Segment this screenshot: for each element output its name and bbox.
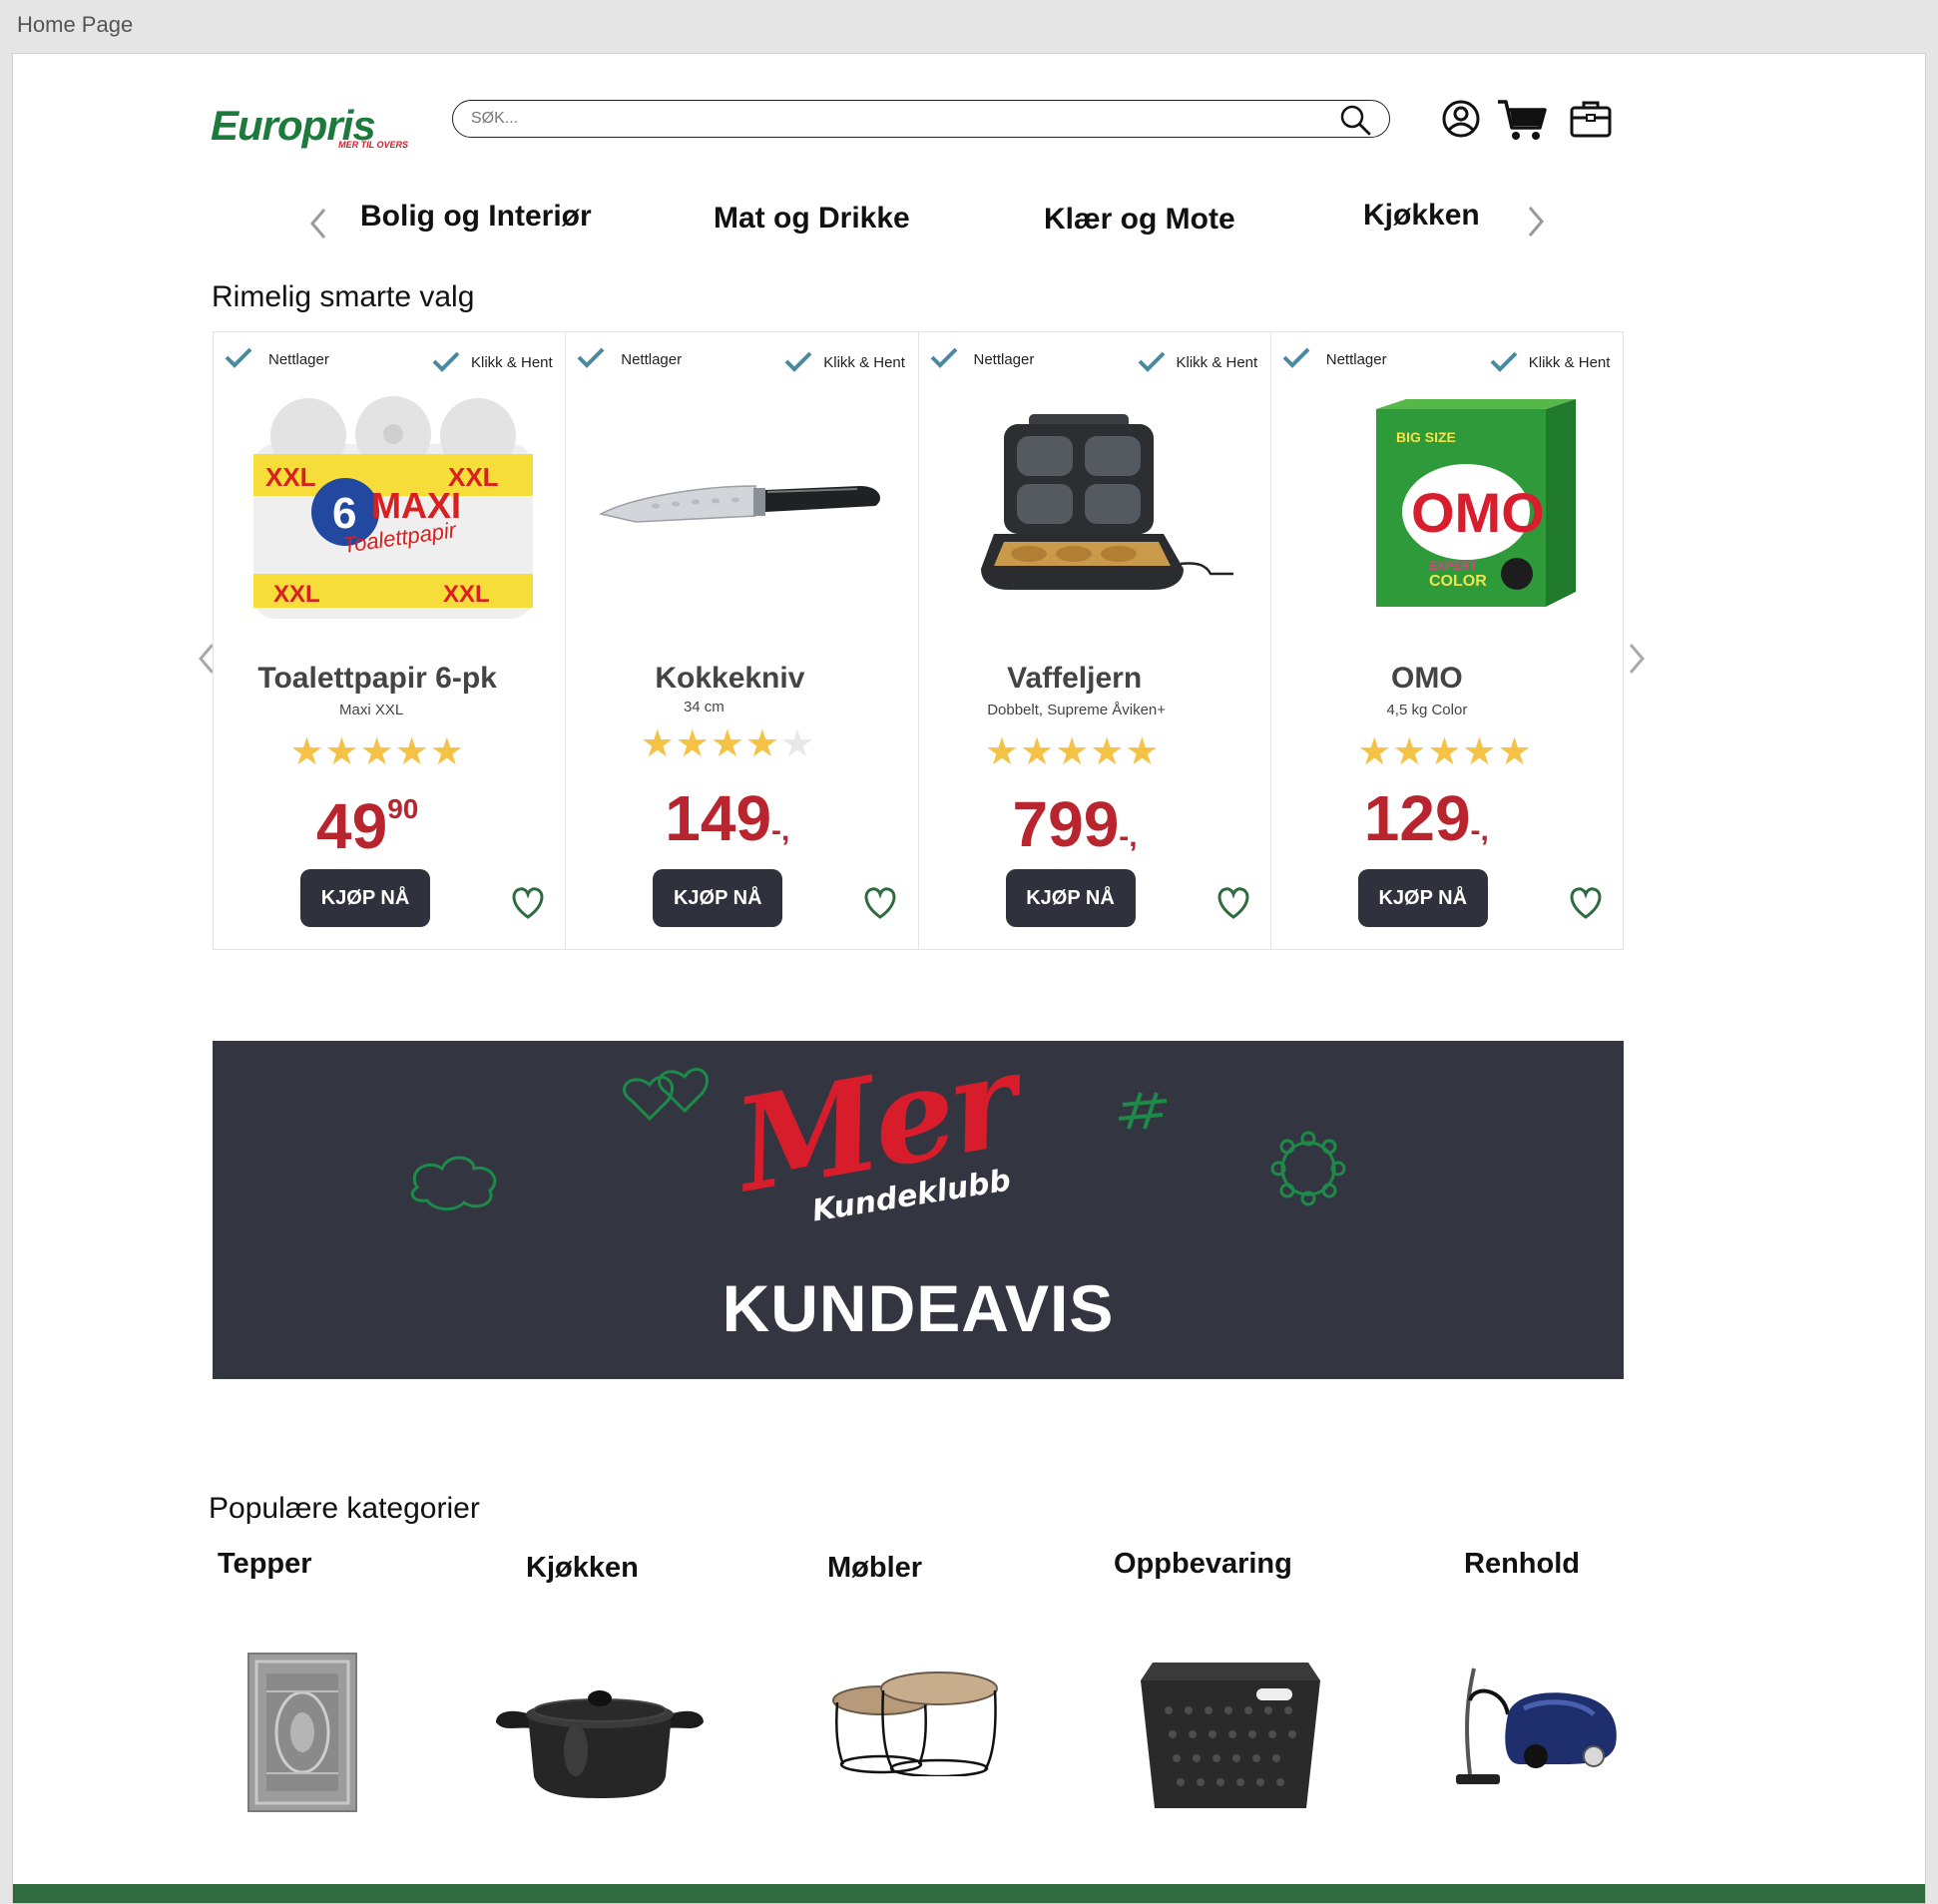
badge-klikk-hent: Klikk & Hent [1176,354,1258,371]
product-subtitle: Maxi XXL [339,702,404,718]
product-name[interactable]: OMO [1251,662,1603,696]
category-label-oppbevaring[interactable]: Oppbevaring [1114,1548,1292,1581]
nav-item-bolig[interactable]: Bolig og Interiør [360,200,592,234]
kundeavis-banner[interactable]: Mer Kundeklubb KUNDEAVIS [213,1041,1624,1379]
user-icon[interactable] [1438,96,1484,142]
rating-stars: ★★★★★ [289,731,465,773]
basket-image[interactable] [1139,1661,1322,1812]
buy-button[interactable]: KJØP NÅ [300,869,430,927]
svg-text:XXL: XXL [273,581,320,608]
price-main: 799 [1012,788,1120,860]
nav-prev-icon[interactable] [304,204,334,243]
price-suffix: -, [1119,820,1138,853]
price: 4990 [316,789,418,863]
product-subtitle: Dobbelt, Supreme Åviken+ [987,702,1167,718]
price: 129-, [1364,781,1489,855]
category-label-renhold[interactable]: Renhold [1464,1548,1580,1581]
product-card: Nettlager Klikk & Hent Kokkekniv 34 cm ★… [566,332,919,949]
svg-text:COLOR: COLOR [1429,573,1487,590]
price-cents: 90 [387,793,419,824]
europris-logo[interactable]: Europris MER TIL OVERS [211,102,408,150]
badge-nettlager: Nettlager [1325,351,1387,368]
buy-button[interactable]: KJØP NÅ [653,869,783,927]
product-card: Nettlager Klikk & Hent Vaffeljern Dobbel… [919,332,1271,949]
product-name[interactable]: Kokkekniv [554,662,905,696]
check-icon [225,347,252,368]
badge-nettlager: Nettlager [973,351,1035,368]
banner-title: KUNDEAVIS [722,1271,1115,1345]
featured-title: Rimelig smarte valg [212,280,475,313]
rating-stars: ★★★★★ [640,723,816,765]
product-subtitle: 4,5 kg Color [1386,702,1468,718]
price-main: 149 [665,782,772,854]
waffle-iron-image[interactable] [949,394,1243,624]
badge-klikk-hent: Klikk & Hent [823,354,905,371]
product-subtitle: 34 cm [683,699,725,715]
heart-icon[interactable] [861,885,899,921]
search-input[interactable] [471,107,1289,131]
product-name[interactable]: Toalettpapir 6-pk [202,662,553,696]
xxl-text-top: XXL [265,462,316,492]
category-label-mobler[interactable]: Møbler [827,1552,922,1585]
nav-item-mat[interactable]: Mat og Drikke [714,202,910,236]
check-icon [1490,351,1518,372]
heart-icon[interactable] [509,885,547,921]
table-image[interactable] [831,1661,1001,1776]
svg-text:XXL: XXL [443,581,490,608]
price: 799-, [1013,787,1138,861]
rating-stars: ★★★★★ [984,731,1161,773]
carousel-next-icon[interactable] [1625,639,1649,679]
product-card: Nettlager Klikk & Hent XXL XXL XXL XXL 6… [214,332,567,949]
price-main: 129 [1363,782,1471,854]
footer-bar [13,1884,1925,1903]
badge-nettlager: Nettlager [268,351,329,368]
search-bar [452,100,1390,138]
product-carousel: Nettlager Klikk & Hent XXL XXL XXL XXL 6… [213,331,1624,950]
product-name[interactable]: Vaffeljern [899,662,1250,696]
categories-title: Populære kategorier [209,1492,480,1525]
product-card: Nettlager Klikk & Hent BIG SIZE OMO EXPE… [1271,332,1623,949]
check-icon [1138,351,1165,372]
price-main: 49 [316,790,388,862]
price-suffix: -, [1470,814,1489,847]
nav-item-klaer[interactable]: Klær og Mote [1044,203,1235,237]
badge-nettlager: Nettlager [621,351,683,368]
check-icon [784,351,812,372]
check-icon [930,347,957,368]
detergent-box-image[interactable]: BIG SIZE OMO EXPERT COLOR [1301,394,1596,624]
page-frame: Europris MER TIL OVERS Bolig og Interiør… [12,53,1926,1904]
buy-button[interactable]: KJØP NÅ [1005,869,1136,927]
badge-klikk-hent: Klikk & Hent [471,354,553,371]
rating-stars: ★★★★★ [1357,731,1533,773]
badge-klikk-hent: Klikk & Hent [1528,354,1611,371]
check-icon [432,351,460,372]
rug-image[interactable] [246,1652,358,1813]
heart-icon[interactable] [1214,885,1252,921]
check-icon [577,347,605,368]
category-label-tepper[interactable]: Tepper [218,1548,312,1581]
toilet-paper-image[interactable]: XXL XXL XXL XXL 6 MAXI Toalettpapir [243,394,538,624]
logo-tagline: MER TIL OVERS [338,140,408,150]
svg-text:EXPERT: EXPERT [1429,559,1478,573]
search-icon[interactable] [1339,104,1371,136]
nav-item-kjokken[interactable]: Kjøkken [1363,199,1480,233]
nav-next-icon[interactable] [1520,202,1550,241]
svg-text:OMO: OMO [1411,481,1545,544]
price-suffix: -, [771,814,790,847]
buy-button[interactable]: KJØP NÅ [1357,869,1488,927]
pot-image[interactable] [492,1680,708,1800]
category-label-kjokken[interactable]: Kjøkken [526,1552,639,1585]
vacuum-image[interactable] [1444,1665,1622,1788]
check-icon [1282,347,1310,368]
knife-image[interactable] [596,394,890,624]
page-label: Home Page [17,12,134,37]
cart-icon[interactable] [1496,96,1548,142]
svg-text:BIG SIZE: BIG SIZE [1396,429,1456,445]
heart-icon[interactable] [1567,885,1605,921]
briefcase-icon[interactable] [1568,96,1614,142]
price: 149-, [665,781,789,855]
